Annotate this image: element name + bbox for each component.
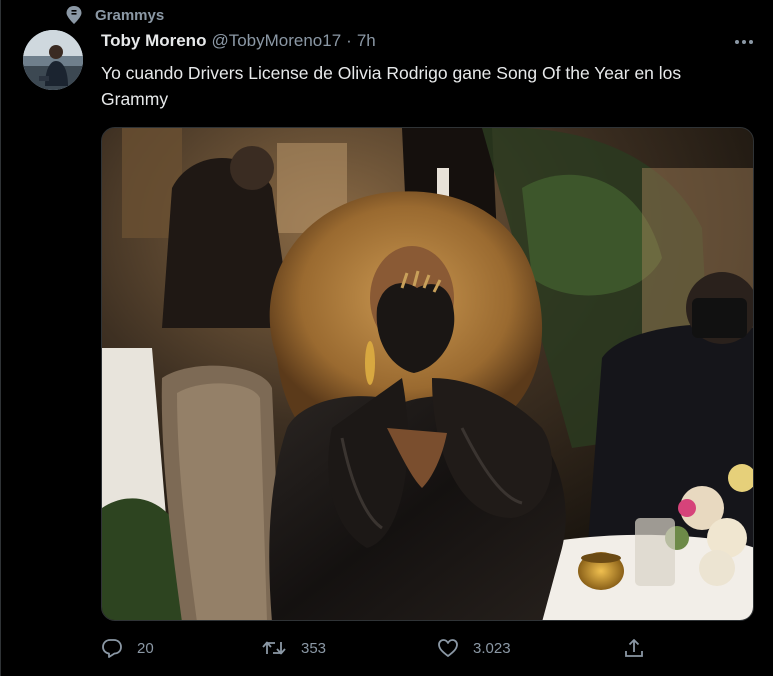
reply-count: 20 [137, 639, 154, 657]
like-button[interactable]: 3.023 [437, 637, 511, 659]
author-handle[interactable]: @TobyMoreno17 [211, 31, 341, 51]
share-button[interactable] [623, 637, 645, 659]
retweet-count: 353 [301, 639, 327, 657]
tweet-header: Toby Moreno @TobyMoreno17 · 7h [101, 31, 376, 51]
tweet-text: Yo cuando Drivers License de Olivia Rodr… [101, 63, 682, 109]
author-name[interactable]: Toby Moreno [101, 31, 206, 51]
heart-icon [438, 639, 458, 657]
topic-context[interactable]: Grammys [63, 4, 164, 26]
tweet-photo[interactable] [101, 127, 754, 621]
topic-label: Grammys [95, 6, 165, 24]
tweet-actions: 20 353 3.023 [101, 637, 661, 663]
retweet-button[interactable]: 353 [261, 637, 326, 659]
separator-dot: · [346, 31, 352, 50]
share-icon [625, 639, 643, 657]
topic-pin-icon [63, 4, 85, 26]
avatar[interactable] [23, 30, 83, 90]
reply-button[interactable]: 20 [101, 637, 154, 659]
retweet-icon [262, 641, 286, 655]
tweet-card[interactable]: Grammys Toby Moreno @TobyMoreno17 · 7h Y… [0, 0, 773, 676]
timestamp[interactable]: 7h [357, 31, 376, 51]
more-options-icon[interactable] [735, 34, 753, 50]
reply-icon [102, 639, 122, 658]
like-count: 3.023 [473, 639, 511, 657]
